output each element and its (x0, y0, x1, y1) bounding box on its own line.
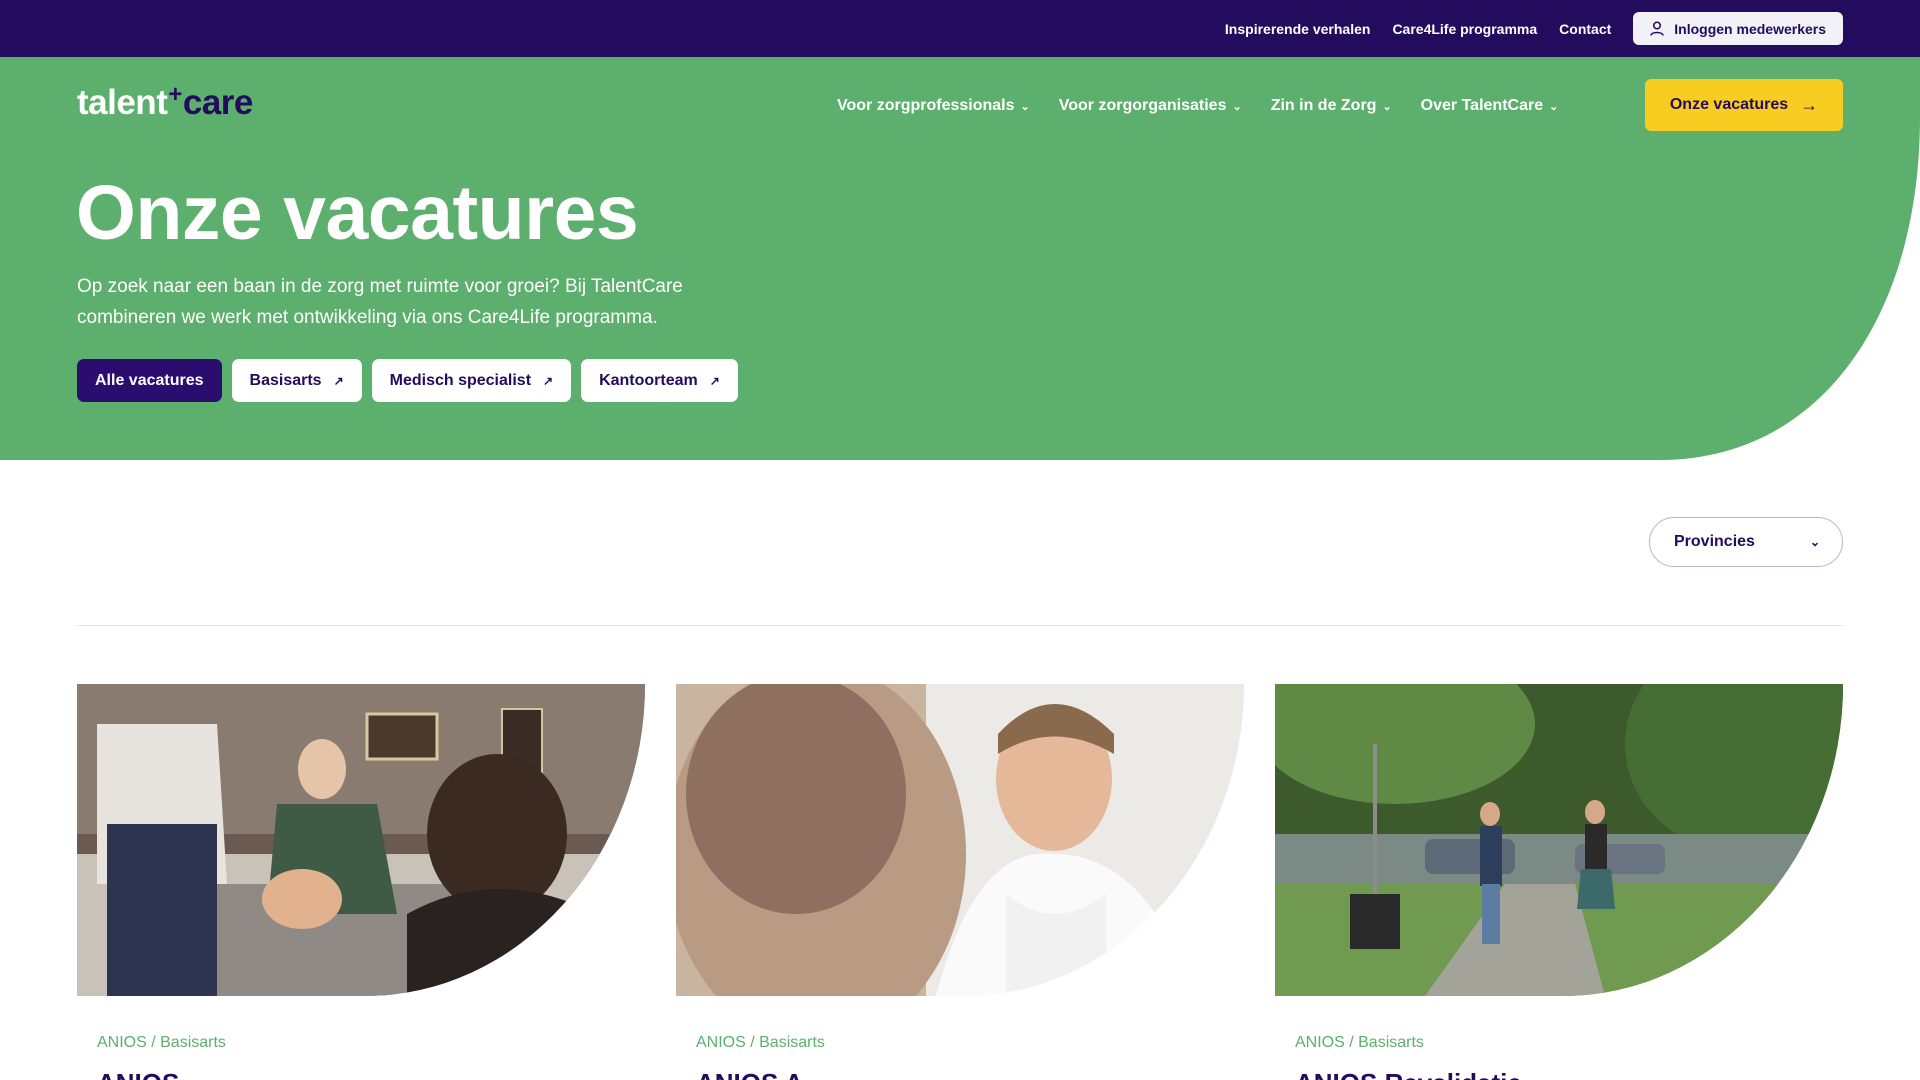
filter-label: Medisch specialist (389, 371, 532, 389)
arrow-right-icon: → (1800, 94, 1819, 115)
vacancy-card-image (1275, 684, 1843, 996)
cta-label: Onze vacatures (1669, 96, 1789, 113)
vacancy-category: ANIOS / Basisarts (1295, 1034, 1424, 1051)
vacancy-card-image (77, 684, 645, 996)
arrow-up-right-icon: ↗ (709, 373, 720, 388)
vacancy-card[interactable]: ANIOS / Basisarts ANIOS A (676, 684, 1244, 1080)
provinces-dropdown[interactable]: Provincies ⌄ (1649, 517, 1843, 567)
nav-label: Voor zorgorganisaties (1058, 97, 1227, 114)
filter-alle-vacatures[interactable]: Alle vacatures (77, 359, 222, 402)
nav-label: Over TalentCare (1420, 97, 1544, 114)
vacancy-card-image (676, 684, 1244, 996)
hero-section: talent+care Voor zorgprofessionals ⌄ Voo… (0, 57, 1920, 460)
nav-label: Zin in de Zorg (1270, 97, 1377, 114)
filter-label: Kantoorteam (599, 371, 698, 389)
chevron-down-icon: ⌄ (1382, 100, 1392, 113)
divider (77, 625, 1843, 626)
vacancy-filter-tabs: Alle vacatures Basisarts ↗ Medisch speci… (77, 359, 748, 402)
arrow-up-right-icon: ↗ (333, 373, 344, 388)
filter-kantoorteam[interactable]: Kantoorteam ↗ (581, 359, 738, 402)
provinces-label: Provincies (1674, 533, 1755, 550)
logo-plus: + (168, 81, 182, 108)
link-inspirerende-verhalen[interactable]: Inspirerende verhalen (1225, 21, 1371, 37)
nav-label: Voor zorgprofessionals (837, 97, 1015, 114)
chevron-down-icon: ⌄ (1549, 100, 1559, 113)
chevron-down-icon: ⌄ (1809, 535, 1820, 549)
nav-voor-zorgorganisaties[interactable]: Voor zorgorganisaties ⌄ (1059, 97, 1242, 115)
utility-links: Inspirerende verhalen Care4Life programm… (1225, 12, 1843, 45)
hero-description: Op zoek naar een baan in de zorg met rui… (77, 276, 683, 328)
link-contact[interactable]: Contact (1559, 21, 1611, 37)
link-care4life-programma[interactable]: Care4Life programma (1392, 21, 1537, 37)
vacancy-title: ANIOS Revalidatie (1295, 1068, 1522, 1080)
filter-basisarts[interactable]: Basisarts ↗ (231, 359, 362, 402)
logo-care: care (182, 83, 254, 122)
onze-vacatures-button[interactable]: Onze vacatures → (1645, 79, 1843, 131)
park-walk-photo (1275, 684, 1843, 996)
login-employees-button[interactable]: Inloggen medewerkers (1633, 12, 1843, 45)
doctor-patient-photo (77, 684, 645, 996)
chevron-down-icon: ⌄ (1020, 100, 1030, 113)
filter-label: Basisarts (249, 371, 322, 389)
vacancy-card[interactable]: ANIOS / Basisarts ANIOS (77, 684, 645, 1080)
filter-medisch-specialist[interactable]: Medisch specialist ↗ (371, 359, 572, 402)
top-utility-bar: Inspirerende verhalen Care4Life programm… (0, 0, 1920, 57)
chevron-down-icon: ⌄ (1232, 100, 1242, 113)
vacancy-title: ANIOS A (696, 1068, 803, 1080)
nav-voor-zorgprofessionals[interactable]: Voor zorgprofessionals ⌄ (837, 97, 1030, 115)
vacancy-title: ANIOS (97, 1068, 179, 1080)
login-button-label: Inloggen medewerkers (1674, 20, 1826, 37)
filter-label: Alle vacatures (95, 371, 204, 389)
arrow-up-right-icon: ↗ (543, 373, 554, 388)
main-navigation: Voor zorgprofessionals ⌄ Voor zorgorgani… (837, 97, 1587, 115)
user-icon (1650, 21, 1665, 36)
vacancy-category: ANIOS / Basisarts (97, 1034, 226, 1051)
talentcare-logo[interactable]: talent+care (77, 81, 254, 123)
vacancy-card[interactable]: ANIOS / Basisarts ANIOS Revalidatie (1275, 684, 1843, 1080)
nav-over-talentcare[interactable]: Over TalentCare ⌄ (1421, 97, 1559, 115)
page-title: Onze vacatures (76, 170, 639, 256)
logo-talent: talent (77, 83, 168, 122)
vacancy-category: ANIOS / Basisarts (696, 1034, 825, 1051)
smiling-doctor-photo (676, 684, 1244, 996)
nav-zin-in-de-zorg[interactable]: Zin in de Zorg ⌄ (1271, 97, 1392, 115)
